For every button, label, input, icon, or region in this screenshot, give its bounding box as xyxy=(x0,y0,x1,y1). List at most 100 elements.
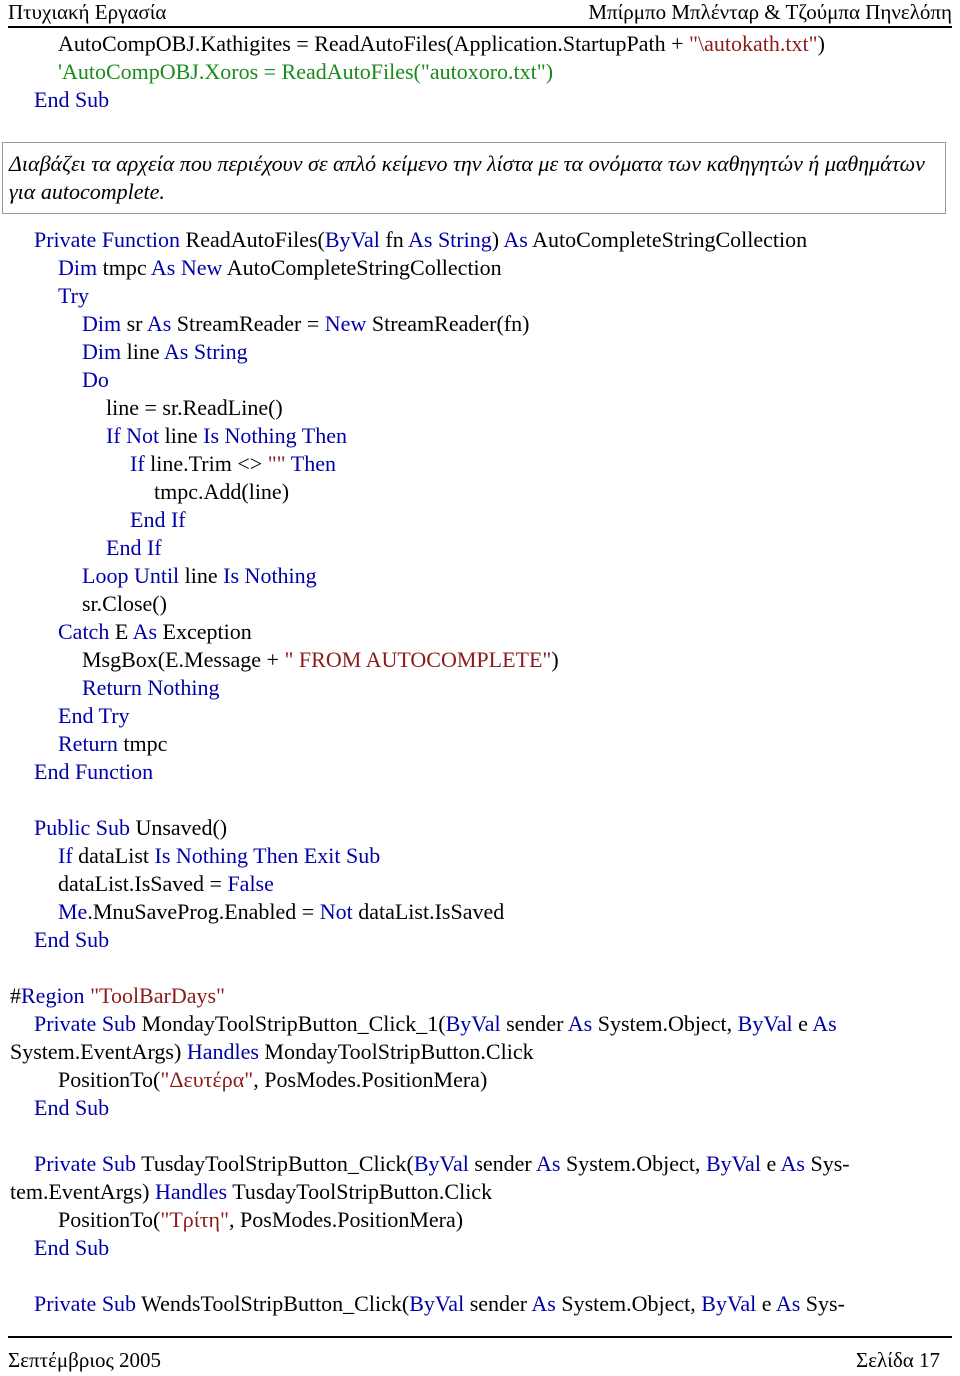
code-text: fn xyxy=(385,227,408,252)
keyword: Catch xyxy=(58,619,115,644)
code-text: E xyxy=(114,619,133,644)
keyword: Loop Until xyxy=(82,563,185,588)
code-line: Me.MnuSaveProg.Enabled = Not dataList.Is… xyxy=(10,898,950,926)
keyword: Private Sub xyxy=(34,1291,142,1316)
code-text: Sys- xyxy=(810,1151,850,1176)
code-text: WendsToolStripButton_Click( xyxy=(141,1291,410,1316)
code-text: MondayToolStripButton_Click_1( xyxy=(141,1011,446,1036)
code-line: Private Function ReadAutoFiles(ByVal fn … xyxy=(10,226,950,254)
code-line: MsgBox(E.Message + " FROM AUTOCOMPLETE") xyxy=(10,646,950,674)
code-line: Loop Until line Is Nothing xyxy=(10,562,950,590)
keyword: Do xyxy=(82,367,109,392)
keyword: ByVal xyxy=(705,1151,767,1176)
code-text: line xyxy=(126,339,164,364)
keyword: As xyxy=(567,1011,598,1036)
keyword: Is Nothing xyxy=(223,563,317,588)
code-text: ) xyxy=(817,31,825,56)
code-text: dataList.IsSaved xyxy=(358,899,505,924)
keyword: Me xyxy=(58,899,88,924)
keyword: Then xyxy=(285,451,336,476)
keyword: If xyxy=(130,451,151,476)
description-box: Διαβάζει τα αρχεία που περιέχουν σε απλό… xyxy=(2,142,946,214)
code-line: If dataList Is Nothing Then Exit Sub xyxy=(10,842,950,870)
code-text: sr.Close() xyxy=(82,591,167,616)
code-text: System.EventArgs) xyxy=(10,1039,187,1064)
code-text: ) xyxy=(491,227,504,252)
code-text: PositionTo( xyxy=(58,1207,161,1232)
code-line: dataList.IsSaved = False xyxy=(10,870,950,898)
code-line: #Region "ToolBarDays" xyxy=(10,982,950,1010)
code-text: tem.EventArgs) xyxy=(10,1179,156,1204)
code-text: sr xyxy=(126,311,147,336)
keyword: As String xyxy=(163,339,248,364)
code-text: ReadAutoFiles( xyxy=(185,227,325,252)
code-line: End Sub xyxy=(10,926,950,954)
header-title: Πτυχιακή Εργασία xyxy=(8,0,167,24)
code-line: Dim line As String xyxy=(10,338,950,366)
code-line: Do xyxy=(10,366,950,394)
code-line: If Not line Is Nothing Then xyxy=(10,422,950,450)
keyword: Return Nothing xyxy=(82,675,220,700)
keyword: If Not xyxy=(106,423,165,448)
code-text: line xyxy=(184,563,224,588)
keyword: Is Nothing Then xyxy=(203,423,347,448)
code-line: AutoCompOBJ.Kathigites = ReadAutoFiles(A… xyxy=(10,30,950,58)
keyword: Handles xyxy=(186,1039,265,1064)
code-line: End Function xyxy=(10,758,950,786)
string-literal: " FROM AUTOCOMPLETE" xyxy=(284,647,552,672)
keyword: ByVal xyxy=(737,1011,799,1036)
keyword: Try xyxy=(58,283,89,308)
code-text: dataList xyxy=(78,843,155,868)
code-line: PositionTo("Δευτέρα", PosModes.PositionM… xyxy=(10,1066,950,1094)
page-footer: Σεπτέμβριος 2005 Σελίδα 17 xyxy=(8,1336,952,1372)
keyword: As New xyxy=(150,255,227,280)
keyword: ByVal xyxy=(413,1151,475,1176)
keyword: ByVal xyxy=(409,1291,470,1316)
code-text: dataList.IsSaved = xyxy=(58,871,228,896)
code-line: PositionTo("Τρίτη", PosModes.PositionMer… xyxy=(10,1206,950,1234)
code-text: System.Object, xyxy=(561,1291,702,1316)
code-text: StreamReader = xyxy=(176,311,325,336)
code-line: Private Sub MondayToolStripButton_Click_… xyxy=(10,1010,950,1038)
code-text: MondayToolStripButton.Click xyxy=(264,1039,534,1064)
keyword: If xyxy=(58,843,79,868)
code-line: If line.Trim <> "" Then xyxy=(10,450,950,478)
keyword: Private Sub xyxy=(34,1011,142,1036)
code-text: e xyxy=(761,1291,776,1316)
keyword: ByVal xyxy=(324,227,386,252)
code-text: e xyxy=(766,1151,781,1176)
comment: 'AutoCompOBJ.Xoros = ReadAutoFiles("auto… xyxy=(58,59,554,84)
keyword: As xyxy=(503,227,533,252)
code-text: AutoCompOBJ.Kathigites = ReadAutoFiles(A… xyxy=(58,31,689,56)
code-line: System.EventArgs) Handles MondayToolStri… xyxy=(10,1038,950,1066)
code-text: StreamReader(fn) xyxy=(371,311,530,336)
keyword: New xyxy=(324,311,372,336)
code-text: sender xyxy=(474,1151,537,1176)
page-header: Πτυχιακή Εργασία Μπίρμπο Μπλένταρ & Τζού… xyxy=(8,0,952,28)
keyword: Region xyxy=(21,983,91,1008)
keyword: Dim xyxy=(58,255,103,280)
string-literal: "" xyxy=(267,451,286,476)
code-text: sender xyxy=(506,1011,568,1036)
code-text: System.Object, xyxy=(566,1151,706,1176)
code-text: MsgBox(E.Message + xyxy=(82,647,285,672)
code-line: Dim sr As StreamReader = New StreamReade… xyxy=(10,310,950,338)
code-text: PositionTo( xyxy=(58,1067,161,1092)
code-text: TusdayToolStripButton.Click xyxy=(232,1179,493,1204)
string-literal: "Δευτέρα" xyxy=(160,1067,254,1092)
code-line: End Try xyxy=(10,702,950,730)
code-text: line.Trim <> xyxy=(150,451,268,476)
keyword: As xyxy=(536,1151,566,1176)
code-line: tmpc.Add(line) xyxy=(10,478,950,506)
code-line: End Sub xyxy=(10,1234,950,1262)
code-line: End If xyxy=(10,534,950,562)
string-literal: "\autokath.txt" xyxy=(689,31,818,56)
keyword: End Sub xyxy=(34,87,110,112)
code-line: Private Sub TusdayToolStripButton_Click(… xyxy=(10,1150,950,1178)
code-text: tmpc xyxy=(123,731,168,756)
code-line: End If xyxy=(10,506,950,534)
code-text: Exception xyxy=(162,619,252,644)
